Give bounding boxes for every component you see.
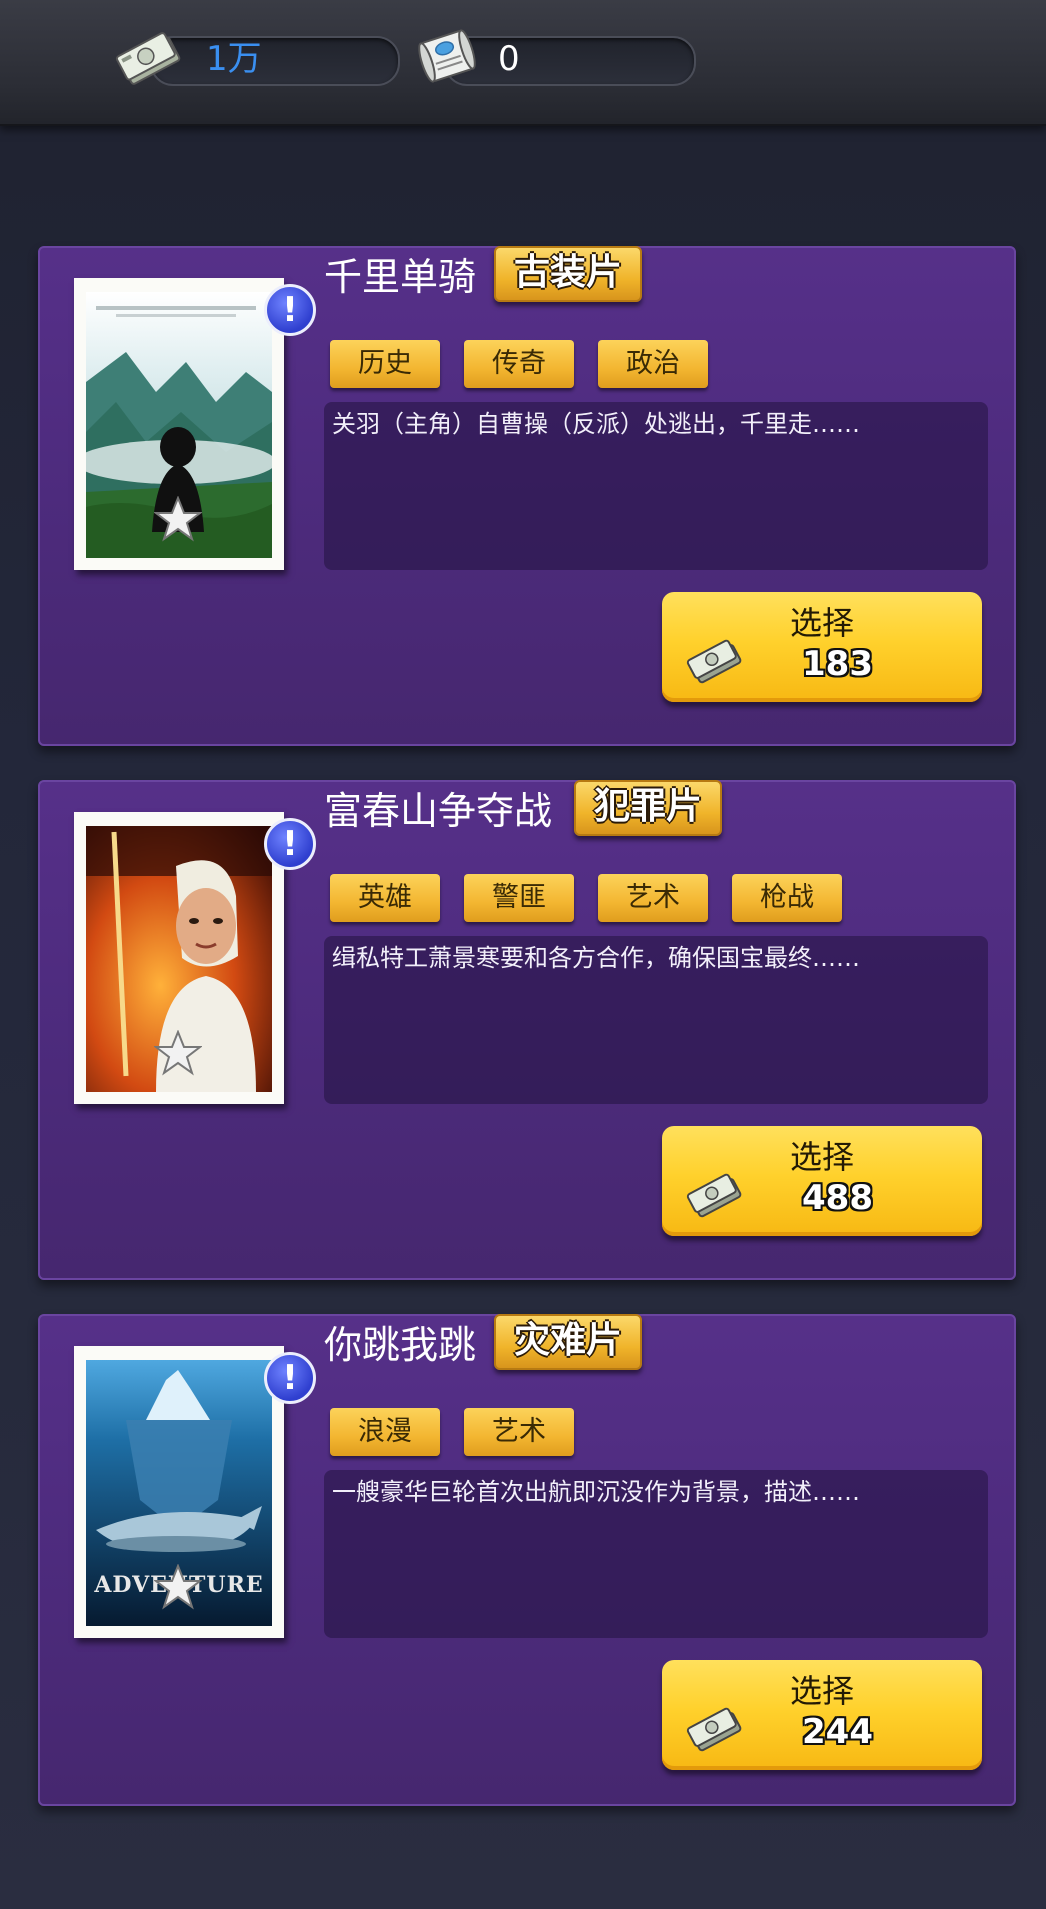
select-button[interactable]: 选择 488 (662, 1126, 982, 1236)
script-scroll-icon (418, 29, 476, 83)
movie-title: 千里单骑 (324, 255, 477, 299)
script-amount: 0 (498, 39, 520, 79)
description-text: 一艘豪华巨轮首次出航即沉没作为背景，描述…… (332, 1478, 860, 1506)
tag-chip: 英雄 (330, 874, 440, 922)
money-stack-icon (686, 1173, 742, 1218)
info-alert-icon[interactable]: ! (264, 818, 316, 870)
info-alert-icon[interactable]: ! (264, 1352, 316, 1404)
tag-chip: 浪漫 (330, 1408, 440, 1456)
genre-badge: 古装片 (494, 246, 643, 302)
cost-amount: 488 (802, 1178, 873, 1218)
movie-card: ADVENTURE ! 你跳我跳 灾难片 浪漫 艺术 一艘豪华巨轮首次出航即沉没… (38, 1314, 1016, 1806)
movie-poster[interactable]: ! (74, 812, 316, 1104)
star-icon[interactable] (154, 1030, 202, 1076)
tag-chip: 历史 (330, 340, 440, 388)
movie-card: ! 千里单骑 古装片 历史 传奇 政治 关羽（主角）自曹操（反派）处逃出，千里走… (38, 246, 1016, 746)
movie-card: ! 富春山争夺战 犯罪片 英雄 警匪 艺术 枪战 缉私特工萧景寒要和各方合作，确… (38, 780, 1016, 1280)
cost-amount: 183 (802, 644, 873, 684)
tag-chip: 政治 (598, 340, 708, 388)
info-alert-icon[interactable]: ! (264, 284, 316, 336)
tag-chip: 艺术 (598, 874, 708, 922)
money-stack-icon (686, 639, 742, 684)
genre-badge: 灾难片 (494, 1314, 643, 1370)
description-text: 关羽（主角）自曹操（反派）处逃出，千里走…… (332, 410, 860, 438)
description-box: 缉私特工萧景寒要和各方合作，确保国宝最终…… (324, 936, 988, 1104)
description-box: 一艘豪华巨轮首次出航即沉没作为背景，描述…… (324, 1470, 988, 1638)
select-button[interactable]: 选择 183 (662, 592, 982, 702)
description-box: 关羽（主角）自曹操（反派）处逃出，千里走…… (324, 402, 988, 570)
genre-badge: 犯罪片 (574, 780, 723, 836)
tag-chip: 警匪 (464, 874, 574, 922)
select-button[interactable]: 选择 244 (662, 1660, 982, 1770)
tag-chip: 艺术 (464, 1408, 574, 1456)
description-text: 缉私特工萧景寒要和各方合作，确保国宝最终…… (332, 944, 860, 972)
tag-chip: 枪战 (732, 874, 842, 922)
money-counter (150, 36, 400, 86)
tag-chip: 传奇 (464, 340, 574, 388)
cost-amount: 244 (802, 1712, 873, 1752)
star-icon[interactable] (154, 496, 202, 542)
star-icon[interactable] (154, 1564, 202, 1610)
movie-title: 富春山争夺战 (324, 789, 553, 833)
money-amount: 1万 (206, 39, 262, 79)
money-stack-icon (115, 32, 181, 85)
money-stack-icon (686, 1707, 742, 1752)
movie-poster[interactable]: ! (74, 278, 316, 570)
movie-poster[interactable]: ADVENTURE ! (74, 1346, 316, 1638)
resource-bar: 1万 0 (0, 0, 1046, 126)
movie-title: 你跳我跳 (324, 1323, 477, 1367)
